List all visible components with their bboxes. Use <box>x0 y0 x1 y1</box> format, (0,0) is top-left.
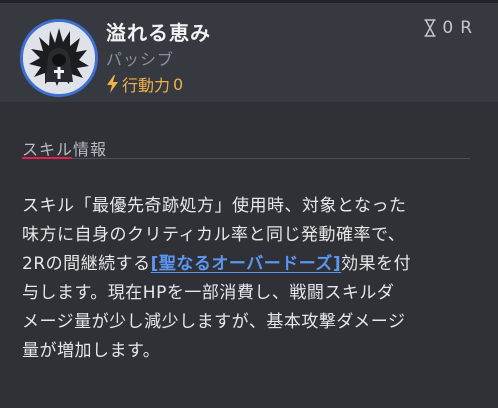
skill-name: 溢れる恵み <box>106 21 211 45</box>
description-line: 量が増加します。 <box>22 341 161 361</box>
skill-header: 溢れる恵み パッシブ 行動力 0 0 R <box>0 0 498 102</box>
cross-flame-icon <box>23 22 95 94</box>
description-line: スキル「最優先奇跡処方」使用時、対象となった <box>22 196 407 216</box>
skill-detail-panel: 溢れる恵み パッシブ 行動力 0 0 R スキル情報 スキル「最優先奇跡処方」使… <box>0 0 498 408</box>
description-line: メージ量が少し減少しますが、基本攻撃ダメージ <box>22 312 406 332</box>
action-cost-label: 行動力 <box>122 76 171 95</box>
skill-type: パッシブ <box>106 50 175 69</box>
hourglass-icon <box>424 19 436 37</box>
description-line: 与します。現在HPを一部消費し、戦闘スキルダ <box>22 283 395 303</box>
description-text: 2Rの間継続する <box>22 254 151 274</box>
skill-avatar <box>20 19 98 97</box>
cooldown-indicator: 0 R <box>423 18 474 38</box>
section-underline-accent <box>22 157 72 159</box>
lightning-icon <box>107 75 118 93</box>
description-line: 味方に自身のクリティカル率と同じ発動確率で、 <box>22 225 406 245</box>
cooldown-unit: R <box>460 18 474 38</box>
skill-description: スキル「最優先奇跡処方」使用時、対象となった 味方に自身のクリティカル率と同じ発… <box>22 192 474 366</box>
description-line: 2Rの間継続する[聖なるオーバードーズ]効果を付 <box>22 250 474 279</box>
cooldown-value: 0 <box>442 18 456 38</box>
action-cost: 行動力 0 <box>106 72 183 96</box>
description-text: 効果を付 <box>341 254 412 274</box>
effect-link[interactable]: [聖なるオーバードーズ] <box>151 254 342 274</box>
top-edge <box>0 0 498 3</box>
action-cost-value: 0 <box>173 74 184 94</box>
section-divider <box>22 158 470 159</box>
